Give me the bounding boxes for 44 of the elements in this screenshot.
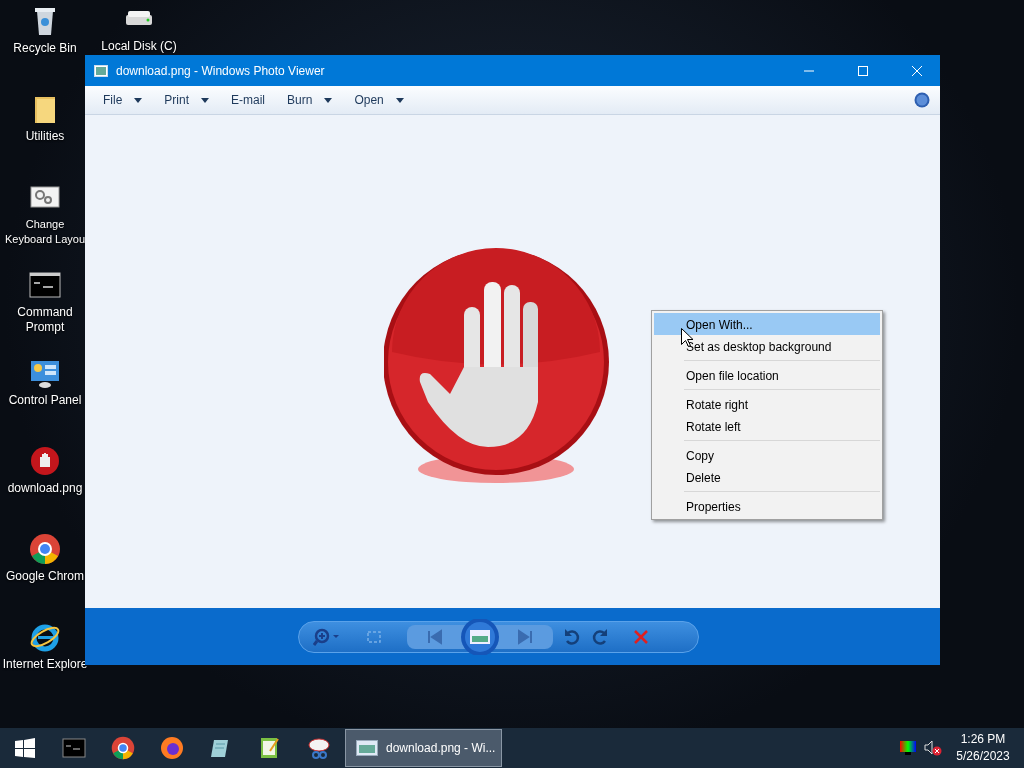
volume-muted-icon[interactable] — [924, 740, 942, 756]
scissors-icon — [306, 736, 331, 760]
zoom-icon[interactable] — [313, 626, 341, 647]
menu-item[interactable]: Copy — [654, 444, 880, 466]
display-color-icon[interactable] — [900, 741, 916, 755]
maximize-icon — [857, 64, 869, 77]
rotate-left-icon[interactable] — [563, 626, 581, 647]
icon-label[interactable]: Control Panel — [8, 393, 82, 408]
icon-label[interactable]: Google Chrom — [5, 569, 84, 584]
photo-viewer-icon — [94, 64, 108, 77]
taskbar-window-button[interactable]: download.png - Wi... — [345, 729, 502, 767]
clock-time: 1:26 PM — [959, 731, 1007, 748]
icon-label[interactable]: Internet Explore — [2, 657, 88, 672]
menu-item[interactable]: Open file location — [654, 364, 880, 386]
clock-date: 5/26/2023 — [955, 748, 1011, 765]
photo-viewer-icon — [356, 740, 378, 756]
menu-item[interactable]: Burn — [279, 91, 341, 109]
menu-item[interactable]: Open — [346, 91, 412, 109]
menu-item[interactable]: Set as desktop background — [654, 335, 880, 357]
menu-item[interactable]: Rotate left — [654, 415, 880, 437]
menu-item[interactable]: File — [95, 91, 151, 109]
chrome-icon[interactable] — [29, 533, 61, 565]
menu-item[interactable]: E-mail — [223, 91, 274, 109]
stop-hand-icon[interactable] — [29, 445, 61, 477]
help-icon[interactable] — [914, 92, 930, 108]
menu-item[interactable]: Delete — [654, 466, 880, 488]
icon-label[interactable]: Utilities — [25, 129, 65, 144]
firefox-icon — [159, 736, 184, 760]
icon-label[interactable]: Change Keyboard Layou — [3, 217, 87, 247]
icon-label[interactable]: Recycle Bin — [13, 41, 77, 56]
menu-item[interactable]: Open With... — [654, 313, 880, 335]
menu-item[interactable]: Properties — [654, 495, 880, 517]
window-title: download.png - Windows Photo Viewer — [116, 62, 326, 80]
close-icon — [911, 64, 923, 77]
icon-label[interactable]: Local Disk (C) — [101, 39, 177, 54]
icon-label[interactable]: download.png — [7, 481, 83, 496]
slideshow-drawing[interactable] — [407, 618, 553, 655]
windows-logo-icon — [14, 738, 35, 758]
terminal-icon — [61, 736, 86, 760]
chrome-icon — [110, 736, 135, 760]
icon-label[interactable]: Command Prompt — [3, 305, 87, 335]
menu-item[interactable]: Rotate right — [654, 393, 880, 415]
menu-item[interactable]: Print — [156, 91, 218, 109]
terminal-icon[interactable] — [29, 269, 61, 301]
